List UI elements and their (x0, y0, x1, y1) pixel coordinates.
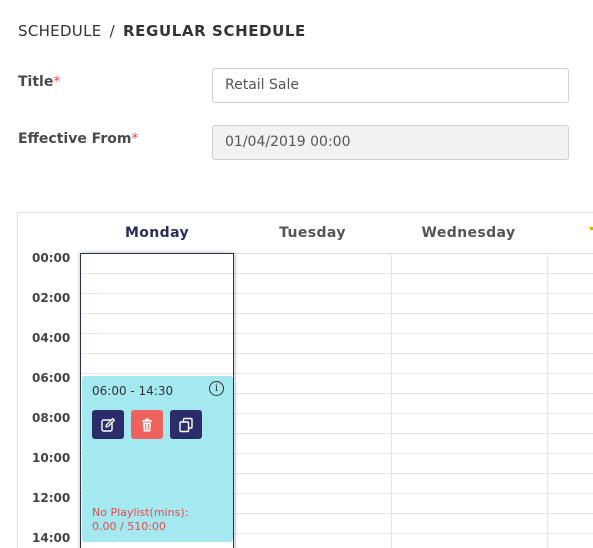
time-label: 10:00 (32, 451, 71, 465)
grid-column-divider (547, 253, 548, 548)
time-label: 08:00 (32, 411, 71, 425)
no-playlist-warning: No Playlist(mins): 0.00 / 510:00 (92, 506, 189, 533)
event-time-range: 06:00 - 14:30 (92, 384, 174, 398)
schedule-event[interactable]: 06:00 - 14:30 i No Playlist(mins): 0.00 … (82, 376, 233, 542)
delete-icon (142, 418, 152, 431)
edit-icon (101, 417, 116, 432)
effective-from-input: 01/04/2019 00:00 (212, 125, 569, 160)
breadcrumb-separator: / (109, 22, 115, 40)
title-input[interactable]: Retail Sale (212, 68, 569, 103)
time-label: 00:00 (32, 251, 71, 265)
time-label: 06:00 (32, 371, 71, 385)
required-mark: * (131, 131, 139, 147)
time-label: 02:00 (32, 291, 71, 305)
day-header-monday[interactable]: Monday (80, 225, 234, 241)
time-label: 04:00 (32, 331, 71, 345)
effective-from-label: Effective From* (18, 131, 139, 147)
info-icon[interactable]: i (209, 381, 224, 396)
time-label: 14:00 (32, 531, 71, 545)
required-mark: * (53, 74, 61, 90)
time-label: 12:00 (32, 491, 71, 505)
breadcrumb-parent[interactable]: SCHEDULE (18, 22, 102, 40)
breadcrumb: SCHEDULE / REGULAR SCHEDULE (18, 22, 306, 40)
grid-column-divider (235, 253, 236, 548)
day-header-wednesday[interactable]: Wednesday (391, 225, 546, 241)
breadcrumb-current: REGULAR SCHEDULE (123, 22, 306, 40)
weekly-calendar: Monday Tuesday Wednesday 00:00 02:00 04:… (17, 212, 593, 548)
delete-event-button[interactable] (131, 410, 163, 439)
copy-icon (179, 417, 193, 432)
day-header-tuesday[interactable]: Tuesday (235, 225, 390, 241)
edit-event-button[interactable] (92, 410, 124, 439)
title-label: Title* (18, 74, 61, 90)
copy-event-button[interactable] (170, 410, 202, 439)
grid-column-divider (391, 253, 392, 548)
